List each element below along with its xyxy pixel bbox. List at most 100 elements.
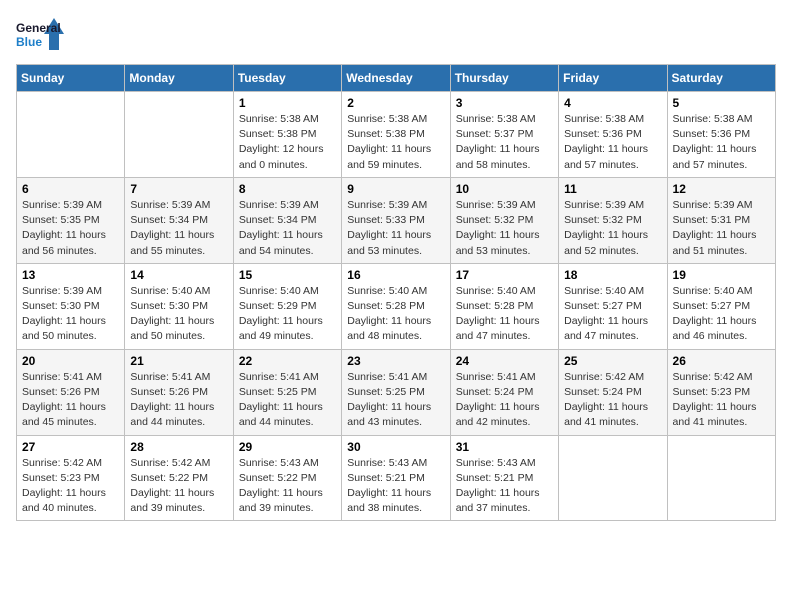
calendar-cell: 8 Sunrise: 5:39 AM Sunset: 5:34 PM Daylig…	[233, 177, 341, 263]
day-info: Sunrise: 5:39 AM Sunset: 5:32 PM Dayligh…	[564, 198, 661, 259]
day-number: 13	[22, 268, 119, 282]
calendar-cell: 9 Sunrise: 5:39 AM Sunset: 5:33 PM Daylig…	[342, 177, 450, 263]
day-number: 22	[239, 354, 336, 368]
day-info: Sunrise: 5:42 AM Sunset: 5:23 PM Dayligh…	[673, 370, 770, 431]
day-info: Sunrise: 5:42 AM Sunset: 5:24 PM Dayligh…	[564, 370, 661, 431]
calendar-cell: 15Sunrise: 5:40 AM Sunset: 5:29 PM Dayli…	[233, 263, 341, 349]
day-info: Sunrise: 5:41 AM Sunset: 5:26 PM Dayligh…	[130, 370, 227, 431]
day-number: 7	[130, 182, 227, 196]
day-number: 28	[130, 440, 227, 454]
day-info: Sunrise: 5:39 AM Sunset: 5:33 PM Dayligh…	[347, 198, 444, 259]
day-number: 2	[347, 96, 444, 110]
day-number: 3	[456, 96, 553, 110]
day-number: 27	[22, 440, 119, 454]
day-info: Sunrise: 5:43 AM Sunset: 5:21 PM Dayligh…	[347, 456, 444, 517]
calendar-cell	[17, 92, 125, 178]
calendar-cell	[559, 435, 667, 521]
day-number: 10	[456, 182, 553, 196]
calendar-cell: 1Sunrise: 5:38 AM Sunset: 5:38 PM Daylig…	[233, 92, 341, 178]
day-info: Sunrise: 5:42 AM Sunset: 5:22 PM Dayligh…	[130, 456, 227, 517]
day-number: 1	[239, 96, 336, 110]
day-number: 23	[347, 354, 444, 368]
day-number: 4	[564, 96, 661, 110]
calendar-cell: 4 Sunrise: 5:38 AM Sunset: 5:36 PM Daylig…	[559, 92, 667, 178]
day-number: 9	[347, 182, 444, 196]
calendar-week-row: 13 Sunrise: 5:39 AM Sunset: 5:30 PM Dayli…	[17, 263, 776, 349]
day-info: Sunrise: 5:42 AM Sunset: 5:23 PM Dayligh…	[22, 456, 119, 517]
calendar-cell: 27 Sunrise: 5:42 AM Sunset: 5:23 PM Dayli…	[17, 435, 125, 521]
calendar-cell: 19Sunrise: 5:40 AM Sunset: 5:27 PM Dayli…	[667, 263, 775, 349]
day-info: Sunrise: 5:38 AM Sunset: 5:36 PM Dayligh…	[564, 112, 661, 173]
day-number: 26	[673, 354, 770, 368]
day-number: 16	[347, 268, 444, 282]
day-info: Sunrise: 5:39 AM Sunset: 5:32 PM Dayligh…	[456, 198, 553, 259]
calendar-body: 1 Sunrise: 5:38 AM Sunset: 5:38 PM Daylig…	[17, 92, 776, 521]
weekday-header-thursday: Thursday	[450, 65, 558, 92]
logo-svg: GeneralBlue	[16, 16, 66, 52]
calendar-cell: 5Sunrise: 5:38 AM Sunset: 5:36 PM Daylig…	[667, 92, 775, 178]
calendar-cell: 10 Sunrise: 5:39 AM Sunset: 5:32 PM Dayli…	[450, 177, 558, 263]
day-info: Sunrise: 5:41 AM Sunset: 5:24 PM Dayligh…	[456, 370, 553, 431]
day-number: 25	[564, 354, 661, 368]
day-number: 5	[673, 96, 770, 110]
calendar-cell	[667, 435, 775, 521]
calendar-cell: 21 Sunrise: 5:41 AM Sunset: 5:26 PM Dayli…	[125, 349, 233, 435]
day-number: 6	[22, 182, 119, 196]
day-info: Sunrise: 5:38 AM Sunset: 5:38 PM Dayligh…	[347, 112, 444, 173]
calendar-cell: 7 Sunrise: 5:39 AM Sunset: 5:34 PM Daylig…	[125, 177, 233, 263]
calendar-cell: 23 Sunrise: 5:41 AM Sunset: 5:25 PM Dayli…	[342, 349, 450, 435]
weekday-header-tuesday: Tuesday	[233, 65, 341, 92]
calendar-cell: 13 Sunrise: 5:39 AM Sunset: 5:30 PM Dayli…	[17, 263, 125, 349]
day-number: 15	[239, 268, 336, 282]
calendar-cell: 24 Sunrise: 5:41 AM Sunset: 5:24 PM Dayli…	[450, 349, 558, 435]
day-info: Sunrise: 5:41 AM Sunset: 5:25 PM Dayligh…	[239, 370, 336, 431]
day-number: 31	[456, 440, 553, 454]
calendar-cell: 2 Sunrise: 5:38 AM Sunset: 5:38 PM Daylig…	[342, 92, 450, 178]
calendar-cell: 16 Sunrise: 5:40 AM Sunset: 5:28 PM Dayli…	[342, 263, 450, 349]
day-number: 21	[130, 354, 227, 368]
day-number: 19	[673, 268, 770, 282]
calendar-cell: 12 Sunrise: 5:39 AM Sunset: 5:31 PM Dayli…	[667, 177, 775, 263]
day-info: Sunrise: 5:41 AM Sunset: 5:26 PM Dayligh…	[22, 370, 119, 431]
day-number: 11	[564, 182, 661, 196]
calendar-cell	[125, 92, 233, 178]
day-info: Sunrise: 5:40 AM Sunset: 5:28 PM Dayligh…	[347, 284, 444, 345]
calendar-cell: 28 Sunrise: 5:42 AM Sunset: 5:22 PM Dayli…	[125, 435, 233, 521]
day-info: Sunrise: 5:43 AM Sunset: 5:21 PM Dayligh…	[456, 456, 553, 517]
calendar-header-row: SundayMondayTuesdayWednesdayThursdayFrid…	[17, 65, 776, 92]
day-number: 8	[239, 182, 336, 196]
calendar-week-row: 6Sunrise: 5:39 AM Sunset: 5:35 PM Daylig…	[17, 177, 776, 263]
calendar-cell: 17Sunrise: 5:40 AM Sunset: 5:28 PM Dayli…	[450, 263, 558, 349]
weekday-header-monday: Monday	[125, 65, 233, 92]
calendar-cell: 30 Sunrise: 5:43 AM Sunset: 5:21 PM Dayli…	[342, 435, 450, 521]
day-number: 29	[239, 440, 336, 454]
weekday-header-friday: Friday	[559, 65, 667, 92]
weekday-header-saturday: Saturday	[667, 65, 775, 92]
day-info: Sunrise: 5:39 AM Sunset: 5:34 PM Dayligh…	[130, 198, 227, 259]
day-number: 12	[673, 182, 770, 196]
calendar-week-row: 1 Sunrise: 5:38 AM Sunset: 5:38 PM Daylig…	[17, 92, 776, 178]
day-number: 30	[347, 440, 444, 454]
day-number: 20	[22, 354, 119, 368]
calendar-cell: 22 Sunrise: 5:41 AM Sunset: 5:25 PM Dayli…	[233, 349, 341, 435]
day-info: Sunrise: 5:41 AM Sunset: 5:25 PM Dayligh…	[347, 370, 444, 431]
calendar-cell: 31 Sunrise: 5:43 AM Sunset: 5:21 PM Dayli…	[450, 435, 558, 521]
day-number: 18	[564, 268, 661, 282]
svg-text:General: General	[16, 21, 61, 35]
day-info: Sunrise: 5:39 AM Sunset: 5:31 PM Dayligh…	[673, 198, 770, 259]
calendar-week-row: 20 Sunrise: 5:41 AM Sunset: 5:26 PM Dayli…	[17, 349, 776, 435]
day-info: Sunrise: 5:40 AM Sunset: 5:28 PM Dayligh…	[456, 284, 553, 345]
logo: GeneralBlue	[16, 16, 66, 52]
day-info: Sunrise: 5:39 AM Sunset: 5:34 PM Dayligh…	[239, 198, 336, 259]
calendar-table: SundayMondayTuesdayWednesdayThursdayFrid…	[16, 64, 776, 521]
calendar-cell: 20 Sunrise: 5:41 AM Sunset: 5:26 PM Dayli…	[17, 349, 125, 435]
svg-text:Blue: Blue	[16, 35, 42, 49]
calendar-cell: 14Sunrise: 5:40 AM Sunset: 5:30 PM Dayli…	[125, 263, 233, 349]
page-header: GeneralBlue	[16, 16, 776, 52]
calendar-cell: 25 Sunrise: 5:42 AM Sunset: 5:24 PM Dayli…	[559, 349, 667, 435]
day-number: 24	[456, 354, 553, 368]
calendar-cell: 11 Sunrise: 5:39 AM Sunset: 5:32 PM Dayli…	[559, 177, 667, 263]
day-info: Sunrise: 5:39 AM Sunset: 5:30 PM Dayligh…	[22, 284, 119, 345]
day-info: Sunrise: 5:43 AM Sunset: 5:22 PM Dayligh…	[239, 456, 336, 517]
calendar-cell: 29 Sunrise: 5:43 AM Sunset: 5:22 PM Dayli…	[233, 435, 341, 521]
